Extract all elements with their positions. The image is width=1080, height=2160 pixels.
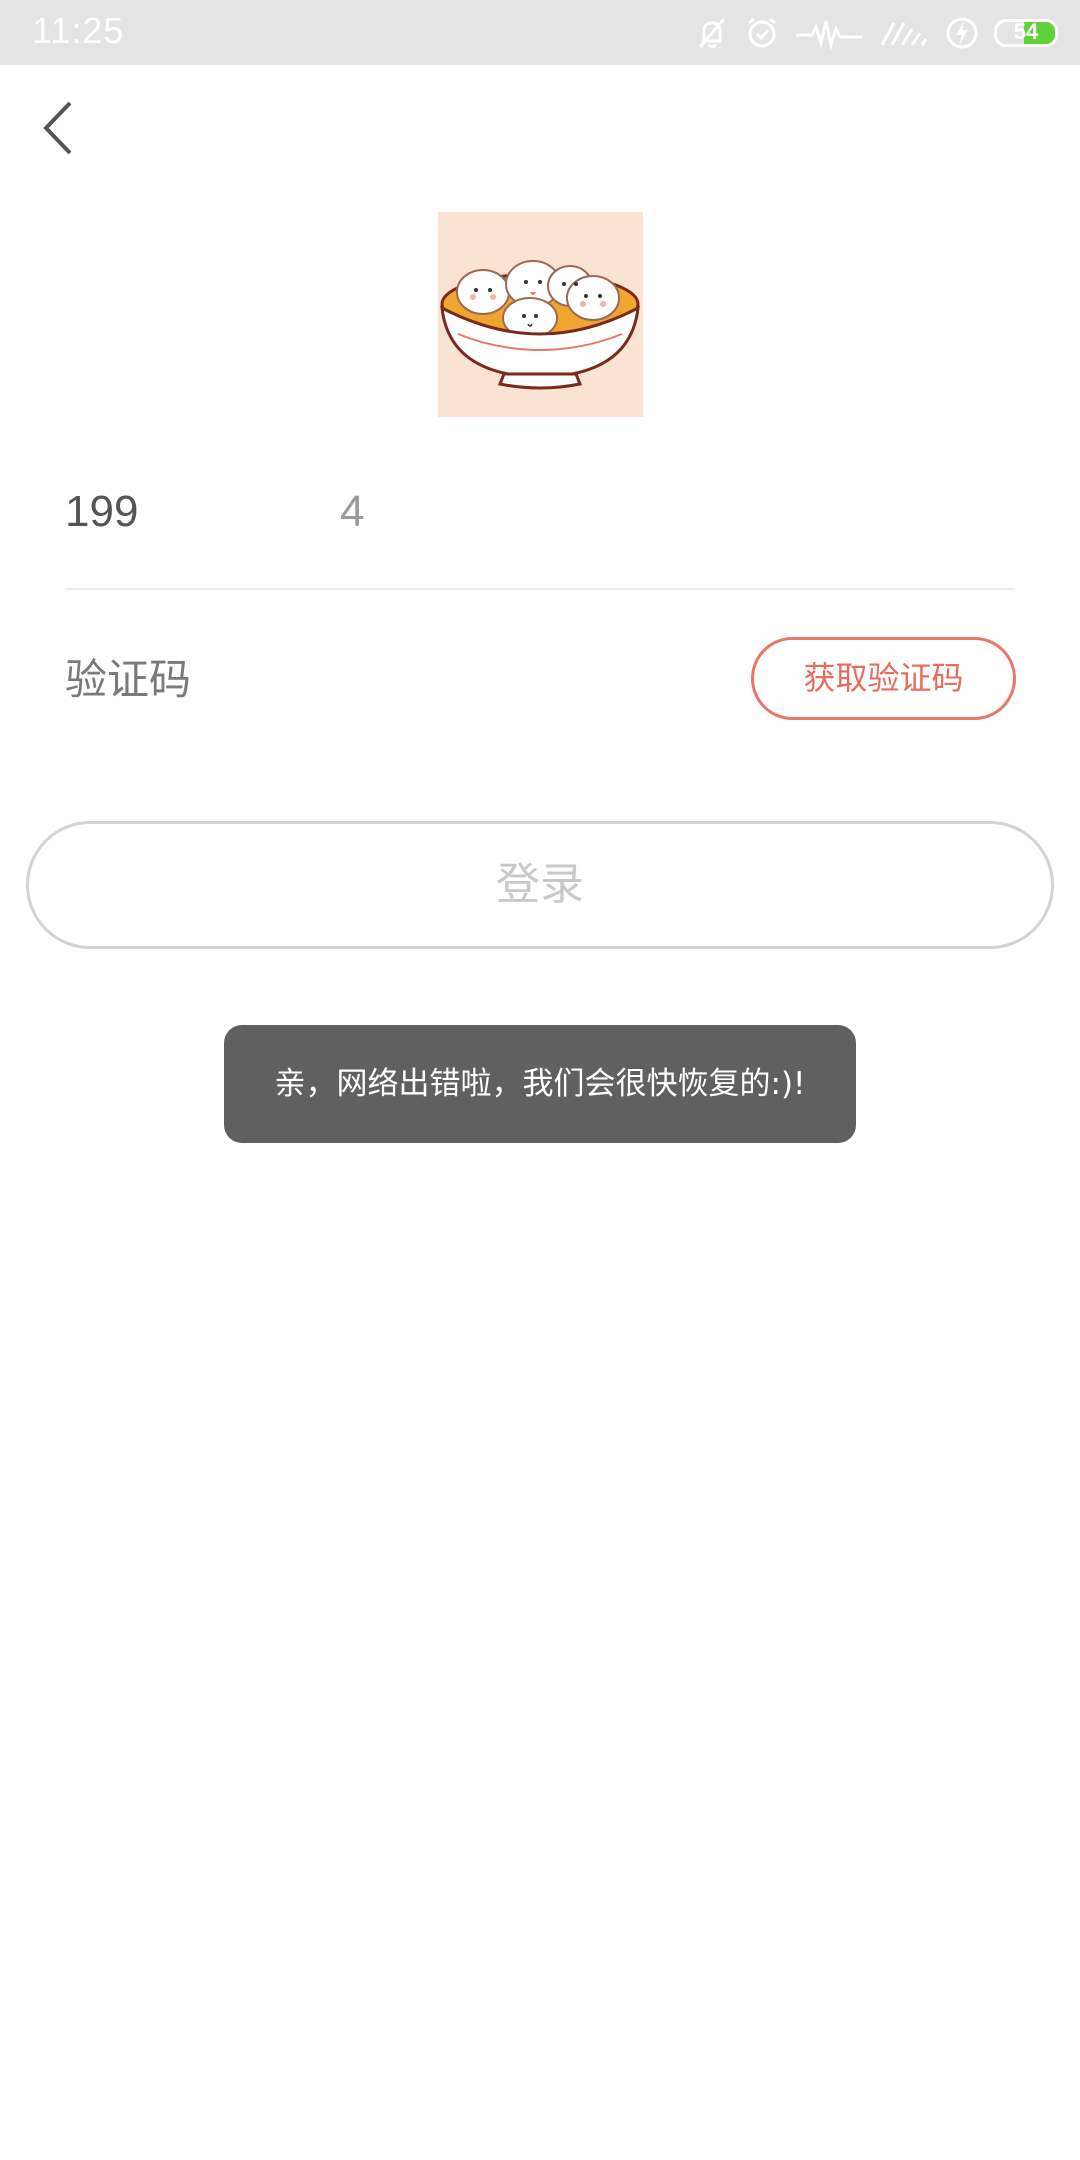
status-time: 11:25	[32, 10, 125, 51]
status-bar: 11:25 54	[0, 0, 1080, 65]
phone-number-prefix: 199	[65, 487, 139, 536]
get-code-button[interactable]: 获取验证码	[751, 637, 1016, 720]
charging-icon	[944, 15, 980, 51]
battery-level-text: 54	[1013, 19, 1039, 44]
phone-input[interactable]: 199 4	[65, 470, 1015, 590]
phone-number-suffix: 4	[340, 487, 365, 536]
login-button[interactable]: 登录	[26, 821, 1054, 949]
chevron-left-icon	[43, 101, 72, 155]
error-toast: 亲，网络出错啦，我们会很快恢复的:)!	[224, 1025, 856, 1143]
tangyuan-bowl-logo	[438, 212, 643, 417]
signal-icon	[878, 15, 930, 51]
battery-icon: 54	[994, 19, 1058, 47]
alarm-icon	[744, 15, 780, 51]
login-screen: 11:25 54 199 4 验证码 获取验证码 登录 亲，网络出错啦，我们会很…	[0, 0, 1080, 2160]
verification-code-input[interactable]: 验证码	[65, 640, 465, 720]
activity-icon	[794, 15, 864, 51]
status-icons: 54	[694, 13, 1058, 53]
back-button[interactable]	[30, 95, 90, 161]
mute-icon	[694, 15, 730, 51]
